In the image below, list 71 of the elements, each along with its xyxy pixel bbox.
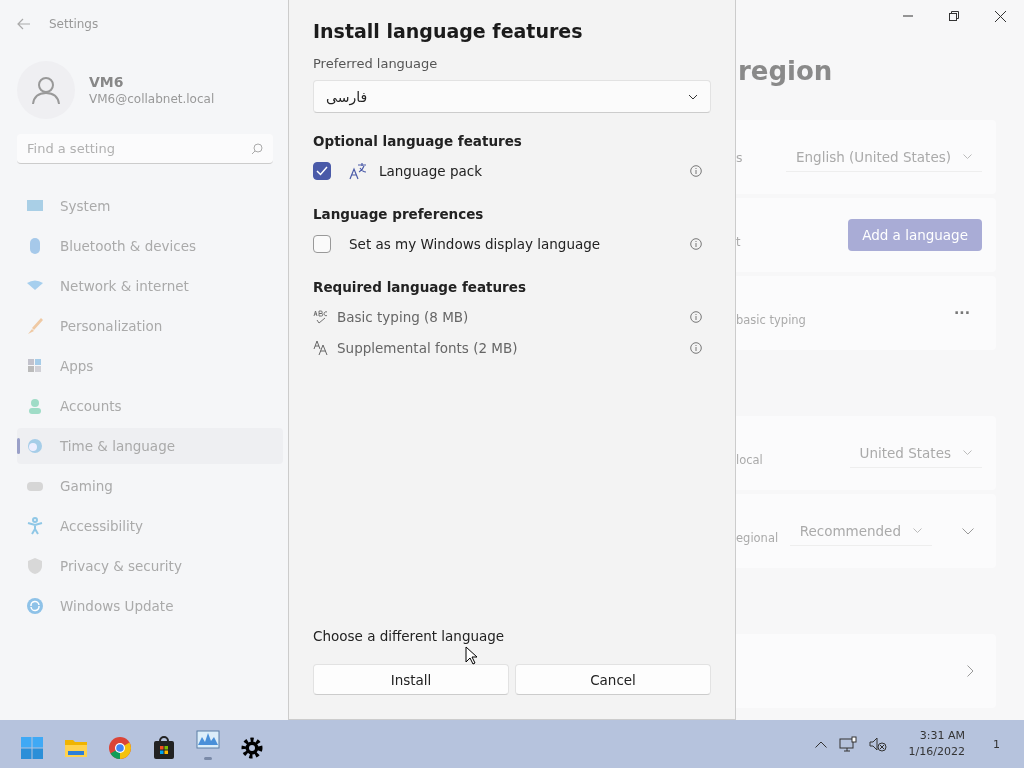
- dialog-title: Install language features: [313, 20, 584, 42]
- card-label: s: [736, 149, 743, 165]
- accessibility-icon: [26, 517, 44, 535]
- clock[interactable]: 3:31 AM 1/16/2022: [908, 728, 965, 760]
- apps-icon: [26, 357, 44, 375]
- chevron-up-icon[interactable]: [814, 740, 827, 748]
- info-icon[interactable]: [690, 164, 702, 177]
- nav-item[interactable]: Windows Update: [17, 588, 283, 624]
- nav-item[interactable]: Accounts: [17, 388, 283, 424]
- spell-check-icon: [313, 308, 329, 325]
- cursor-icon: [465, 646, 477, 665]
- add-language-button[interactable]: Add a language: [848, 219, 982, 251]
- section-heading: Language preferences: [313, 206, 485, 222]
- nav-item[interactable]: Network & internet: [17, 268, 283, 304]
- chevron-down-icon: [913, 528, 922, 533]
- cancel-button[interactable]: Cancel: [515, 664, 711, 695]
- feature-label: Set as my Windows display language: [349, 235, 602, 252]
- install-button[interactable]: Install: [313, 664, 509, 695]
- chevron-down-icon: [963, 154, 972, 159]
- language-pack-icon: [349, 161, 367, 180]
- nav-item[interactable]: Accessibility: [17, 508, 283, 544]
- page-title: region: [738, 56, 834, 86]
- back-arrow-icon[interactable]: [17, 18, 31, 30]
- language-dropdown[interactable]: فارسی: [313, 80, 711, 113]
- update-icon: [26, 597, 44, 615]
- checkbox[interactable]: [313, 161, 331, 180]
- notification-count[interactable]: 1: [993, 737, 1000, 751]
- speaker-muted-icon[interactable]: [868, 736, 887, 752]
- shield-icon: [26, 557, 44, 575]
- card-label: local: [736, 453, 763, 467]
- nav-item[interactable]: Personalization: [17, 308, 283, 344]
- checkbox[interactable]: [313, 234, 331, 253]
- info-icon[interactable]: [690, 310, 702, 323]
- info-icon[interactable]: [690, 341, 702, 354]
- section-heading: Required language features: [313, 279, 527, 295]
- nav-item[interactable]: Privacy & security: [17, 548, 283, 584]
- dropdown[interactable]: English (United States): [786, 142, 982, 172]
- chevron-down-icon: [963, 450, 972, 455]
- dropdown[interactable]: Recommended: [789, 516, 932, 546]
- search-icon: [251, 143, 263, 155]
- network-icon[interactable]: [838, 736, 857, 752]
- feature-label: Supplemental fonts (2 MB): [337, 339, 519, 356]
- search-field[interactable]: Find a setting: [17, 134, 273, 164]
- feature-label: Basic typing (8 MB): [337, 308, 470, 325]
- nav-item[interactable]: Gaming: [17, 468, 283, 504]
- chevron-down-icon: [688, 93, 698, 100]
- maximize-icon[interactable]: [949, 11, 959, 21]
- card-label: basic typing: [736, 313, 806, 327]
- person-icon: [26, 397, 44, 415]
- fonts-icon: [313, 339, 329, 356]
- section-heading: Optional language features: [313, 133, 523, 149]
- info-icon[interactable]: [690, 237, 702, 250]
- nav-item[interactable]: Time & language: [17, 428, 283, 464]
- account-email: VM6@collabnet.local: [89, 92, 215, 106]
- feature-label: Language pack: [379, 162, 483, 179]
- nav-item[interactable]: System: [17, 188, 283, 224]
- nav-item[interactable]: Bluetooth & devices: [17, 228, 283, 264]
- account-name: VM6: [89, 74, 125, 90]
- window-title: Settings: [49, 17, 99, 31]
- card-label: egional: [736, 531, 779, 545]
- expand-icon[interactable]: [962, 527, 974, 535]
- choose-language-link[interactable]: Choose a different language: [313, 628, 505, 644]
- more-options-button[interactable]: ···: [954, 305, 970, 321]
- chevron-right-icon[interactable]: [967, 665, 974, 677]
- chart-icon[interactable]: [196, 728, 220, 760]
- card-label: t: [736, 235, 741, 249]
- brush-icon: [26, 317, 44, 335]
- field-label: Preferred language: [313, 56, 439, 71]
- close-icon[interactable]: [995, 10, 1006, 22]
- dropdown[interactable]: United States: [849, 438, 982, 468]
- nav-item[interactable]: Apps: [17, 348, 283, 384]
